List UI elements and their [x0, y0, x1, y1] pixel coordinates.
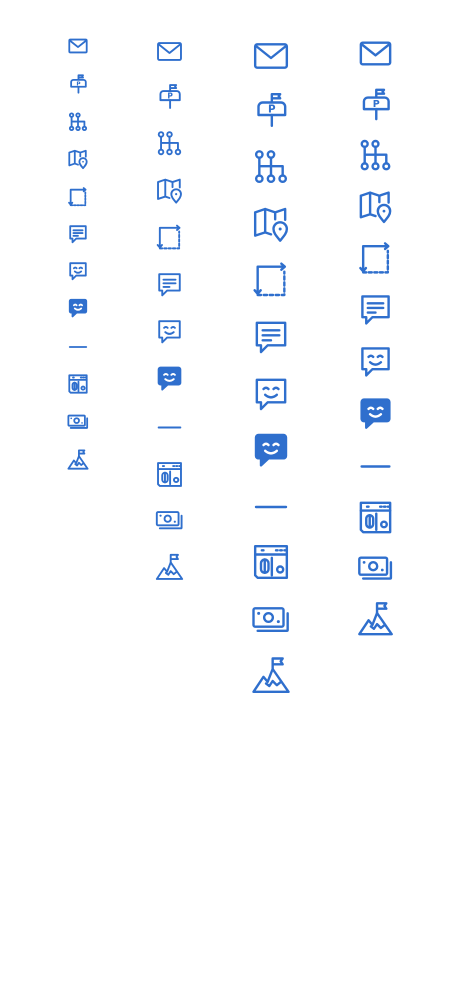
mountain-flag-icon — [358, 602, 393, 636]
map-location-icon — [253, 207, 289, 242]
mail-icon — [359, 41, 392, 66]
mountain-flag-icon — [155, 553, 184, 580]
cash-icon — [358, 556, 393, 580]
mailbox-icon: P — [70, 74, 87, 94]
cash-icon — [252, 607, 289, 633]
chat-smile-filled-icon — [157, 366, 182, 391]
chat-text-icon — [255, 321, 287, 354]
chat-smile-filled-icon — [254, 433, 288, 467]
map-location-icon — [157, 178, 182, 204]
mountain-flag-icon — [252, 657, 290, 694]
floppy-safe-icon — [157, 462, 182, 487]
svg-text:P: P — [167, 91, 173, 100]
hierarchy-icon — [254, 150, 288, 184]
svg-text:P: P — [268, 104, 276, 116]
mail-icon — [68, 38, 88, 54]
chat-text-icon — [158, 273, 181, 297]
chat-smile-outline-icon — [158, 320, 181, 344]
mailbox-icon: P — [362, 88, 390, 121]
hierarchy-icon — [157, 131, 182, 156]
hierarchy-icon — [68, 112, 88, 132]
minus-icon — [360, 465, 391, 468]
chat-text-icon — [361, 295, 390, 325]
chat-smile-outline-icon — [361, 347, 390, 377]
resize-icon — [359, 242, 390, 274]
cash-icon — [155, 511, 183, 530]
floppy-safe-icon — [68, 374, 88, 394]
mailbox-icon: P — [159, 84, 181, 109]
mailbox-icon: P — [257, 92, 287, 128]
minus-icon — [254, 505, 288, 509]
icon-sheet: P P P P — [0, 0, 461, 1000]
cash-icon — [67, 414, 89, 429]
resize-icon — [253, 262, 287, 297]
chat-smile-outline-icon — [255, 378, 287, 411]
map-location-icon — [359, 191, 392, 224]
svg-text:P: P — [373, 99, 380, 110]
floppy-safe-icon — [253, 544, 289, 580]
mail-icon — [253, 43, 289, 69]
chat-smile-filled-icon — [360, 398, 391, 429]
chat-smile-filled-icon — [68, 298, 88, 318]
svg-text:P: P — [76, 81, 80, 87]
floppy-safe-icon — [359, 501, 392, 534]
hierarchy-icon — [360, 139, 391, 171]
minus-icon — [157, 426, 182, 429]
chat-smile-outline-icon — [69, 262, 87, 281]
chat-text-icon — [69, 225, 87, 244]
minus-icon — [68, 346, 88, 348]
map-location-icon — [68, 149, 88, 170]
mountain-flag-icon — [67, 449, 89, 470]
resize-icon — [156, 224, 181, 250]
resize-icon — [68, 187, 87, 207]
mail-icon — [157, 42, 182, 61]
